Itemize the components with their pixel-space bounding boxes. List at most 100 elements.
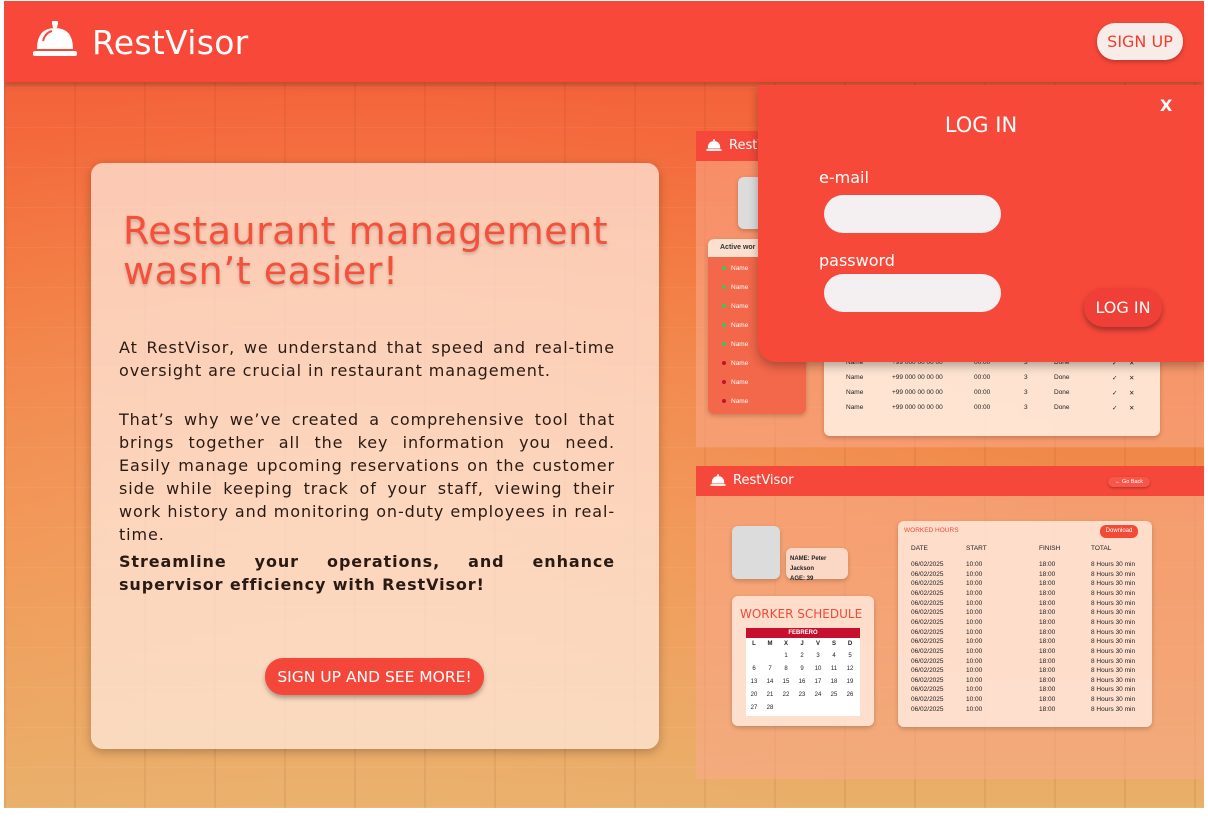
email-field[interactable]: [824, 195, 1001, 233]
cell-phone: +99 000 00 00 00: [892, 374, 943, 381]
active-worker-item[interactable]: Name: [722, 284, 748, 291]
check-icon[interactable]: ✓: [1112, 389, 1117, 397]
calendar-day[interactable]: 2: [794, 653, 810, 659]
calendar-day[interactable]: 1: [778, 653, 794, 659]
calendar-day[interactable]: 22: [778, 692, 794, 698]
table-cell: 10:00: [966, 676, 983, 684]
table-cell: 8 Hours 30 min: [1091, 657, 1136, 665]
table-cell: 8 Hours 30 min: [1091, 686, 1136, 694]
calendar-day[interactable]: 3: [810, 653, 826, 659]
calendar-day[interactable]: 9: [794, 666, 810, 672]
status-dot: [722, 304, 726, 309]
status-dot: [722, 342, 726, 347]
cell-phone: +99 000 00 00 00: [892, 389, 943, 396]
table-cell: 06/02/2025: [911, 570, 944, 578]
table-cell: 10:00: [966, 647, 983, 655]
cell-time: 00:00: [974, 389, 991, 396]
table-cell: 18:00: [1039, 609, 1056, 617]
calendar-day[interactable]: 27: [746, 705, 762, 711]
calendar-day[interactable]: 8: [778, 666, 794, 672]
worker-name: Name: [731, 379, 749, 386]
calendar-day[interactable]: 21: [762, 692, 778, 698]
login-modal: X LOG IN e-mail password LOG IN: [758, 85, 1204, 362]
table-cell: 8 Hours 30 min: [1091, 599, 1136, 607]
table-cell: 06/02/2025: [911, 599, 944, 607]
table-cell: 06/02/2025: [911, 647, 944, 655]
calendar-day[interactable]: 12: [842, 666, 858, 672]
calendar-day[interactable]: 18: [826, 679, 842, 685]
page-frame: RestVisor SIGN UP Restaurant management …: [4, 1, 1204, 808]
table-cell: 10:00: [966, 696, 983, 704]
signup-see-more-button[interactable]: SIGN UP AND SEE MORE!: [265, 658, 484, 695]
table-cell: 10:00: [966, 638, 983, 646]
calendar-weekday: J: [800, 641, 804, 647]
active-worker-item[interactable]: Name: [722, 322, 748, 329]
hero-paragraph-1: At RestVisor, we understand that speed a…: [119, 338, 615, 380]
calendar-day[interactable]: 7: [762, 666, 778, 672]
status-dot: [722, 266, 726, 271]
calendar-day[interactable]: 4: [826, 653, 842, 659]
table-cell: 06/02/2025: [911, 696, 944, 704]
table-cell: 10:00: [966, 609, 983, 617]
calendar-day[interactable]: 15: [778, 679, 794, 685]
table-cell: 8 Hours 30 min: [1091, 647, 1136, 655]
table-cell: 06/02/2025: [911, 628, 944, 636]
table-cell: 18:00: [1039, 618, 1056, 626]
calendar-day[interactable]: 23: [794, 692, 810, 698]
calendar-day[interactable]: 25: [826, 692, 842, 698]
table-cell: 8 Hours 30 min: [1091, 589, 1136, 597]
table-cell: 10:00: [966, 657, 983, 665]
download-button[interactable]: Download: [1100, 525, 1138, 538]
calendar-day[interactable]: 14: [762, 679, 778, 685]
calendar-day[interactable]: 28: [762, 705, 778, 711]
worked-hours-title: WORKED HOURS: [904, 527, 959, 534]
table-cell: 18:00: [1039, 647, 1056, 655]
worker-name: NAME: Peter Jackson: [790, 556, 827, 572]
active-worker-item[interactable]: Name: [722, 341, 748, 348]
signup-button[interactable]: SIGN UP: [1097, 23, 1183, 60]
calendar-day[interactable]: 19: [842, 679, 858, 685]
table-cell: 18:00: [1039, 676, 1056, 684]
calendar-day[interactable]: 24: [810, 692, 826, 698]
hero-paragraph-2: That’s why we’ve created a comprehensive…: [119, 410, 615, 544]
column-header: TOTAL: [1091, 545, 1112, 552]
active-worker-item[interactable]: Name: [722, 303, 748, 310]
active-worker-item[interactable]: Name: [722, 265, 748, 272]
password-field[interactable]: [824, 274, 1001, 312]
status-dot: [722, 399, 726, 404]
go-back-button[interactable]: ← Go Back: [1108, 477, 1150, 487]
active-worker-item[interactable]: Name: [722, 360, 748, 367]
login-button[interactable]: LOG IN: [1084, 288, 1162, 327]
table-cell: 8 Hours 30 min: [1091, 570, 1136, 578]
calendar-day[interactable]: 11: [826, 666, 842, 672]
calendar-day[interactable]: 5: [842, 653, 858, 659]
cross-icon[interactable]: ✕: [1129, 374, 1134, 382]
table-cell: 10:00: [966, 628, 983, 636]
table-cell: 18:00: [1039, 599, 1056, 607]
reservations-table: Name +99 000 00 00 00 00:00 3 Done ✓ ✕ Name +99 …: [824, 356, 1160, 436]
calendar-weekday: S: [831, 641, 836, 647]
calendar-day[interactable]: 13: [746, 679, 762, 685]
calendar-day[interactable]: 6: [746, 666, 762, 672]
calendar-day[interactable]: 26: [842, 692, 858, 698]
table-cell: 10:00: [966, 705, 983, 713]
table-cell: 8 Hours 30 min: [1091, 676, 1136, 684]
active-worker-item[interactable]: Name: [722, 398, 748, 405]
calendar-day[interactable]: 16: [794, 679, 810, 685]
calendar-month: FEBRERO: [746, 628, 860, 638]
hero-paragraph-3: Streamline your operations, and enhance …: [119, 552, 615, 594]
cross-icon[interactable]: ✕: [1129, 389, 1134, 397]
brand-name[interactable]: RestVisor: [92, 23, 249, 62]
cell-time: 00:00: [974, 374, 991, 381]
check-icon[interactable]: ✓: [1112, 404, 1117, 412]
active-worker-item[interactable]: Name: [722, 379, 748, 386]
worker-name: Name: [731, 265, 749, 272]
table-cell: 18:00: [1039, 570, 1056, 578]
calendar-day[interactable]: 17: [810, 679, 826, 685]
cross-icon[interactable]: ✕: [1129, 404, 1134, 412]
worker-name: Name: [731, 398, 749, 405]
check-icon[interactable]: ✓: [1112, 374, 1117, 382]
table-cell: 06/02/2025: [911, 676, 944, 684]
calendar-day[interactable]: 10: [810, 666, 826, 672]
calendar-day[interactable]: 20: [746, 692, 762, 698]
